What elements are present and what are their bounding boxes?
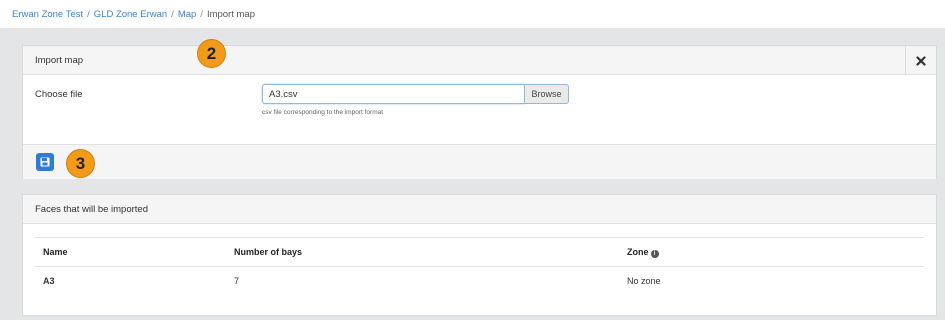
import-map-panel: Import map Choose file A3.csv Browse csv… bbox=[22, 45, 937, 179]
faces-panel-header: Faces that will be imported bbox=[23, 195, 936, 224]
import-panel-footer: 3 bbox=[23, 144, 936, 179]
file-help-text: csv file corresponding to the import for… bbox=[262, 109, 384, 116]
column-header-bays[interactable]: Number of bays bbox=[226, 237, 619, 267]
choose-file-label: Choose file bbox=[35, 89, 83, 100]
floppy-disk-icon bbox=[40, 157, 50, 167]
breadcrumb-separator: / bbox=[200, 9, 203, 20]
import-panel-header: Import map bbox=[23, 46, 936, 75]
import-panel-title: Import map bbox=[35, 55, 84, 66]
breadcrumb: Erwan Zone Test / GLD Zone Erwan / Map / Impor… bbox=[0, 0, 945, 29]
info-icon[interactable]: i bbox=[650, 249, 659, 258]
breadcrumb-link-map[interactable]: Map bbox=[178, 9, 196, 20]
column-header-zone[interactable]: Zone i bbox=[619, 237, 924, 267]
faces-panel-title: Faces that will be imported bbox=[35, 204, 148, 215]
cell-bays: 7 bbox=[234, 276, 240, 287]
step-2-badge: 2 bbox=[197, 39, 226, 68]
breadcrumb-current: Import map bbox=[206, 9, 255, 20]
faces-table: Name Number of bays Zone i A3 7 No zone bbox=[35, 237, 924, 296]
step-3-badge: 3 bbox=[66, 149, 95, 178]
breadcrumb-separator: / bbox=[87, 9, 90, 20]
breadcrumb-separator: / bbox=[171, 9, 174, 20]
cell-name: A3 bbox=[43, 276, 55, 287]
table-row: A3 7 No zone bbox=[35, 267, 924, 296]
table-header-row: Name Number of bays Zone i bbox=[35, 237, 924, 267]
breadcrumb-link-gld-zone[interactable]: GLD Zone Erwan bbox=[94, 9, 167, 20]
breadcrumb-link-zone-test[interactable]: Erwan Zone Test bbox=[12, 9, 83, 20]
faces-import-panel: Faces that will be imported Name Number … bbox=[22, 194, 937, 316]
column-header-name[interactable]: Name bbox=[35, 237, 226, 267]
browse-button[interactable]: Browse bbox=[524, 84, 569, 104]
close-glyph bbox=[916, 55, 926, 66]
save-button[interactable] bbox=[36, 153, 54, 171]
cell-zone: No zone bbox=[627, 276, 661, 287]
choose-file-row: Choose file A3.csv Browse csv file corre… bbox=[23, 75, 936, 144]
close-icon[interactable] bbox=[905, 46, 936, 75]
file-input[interactable]: A3.csv bbox=[262, 84, 525, 104]
column-header-zone-label: Zone bbox=[627, 246, 649, 257]
